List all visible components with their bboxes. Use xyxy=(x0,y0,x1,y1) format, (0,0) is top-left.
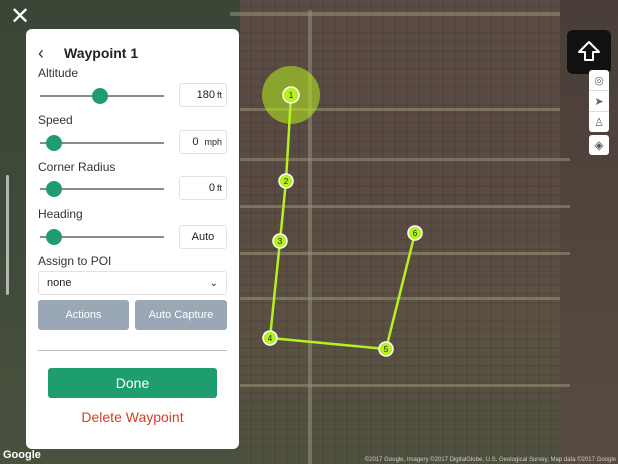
svg-text:5: 5 xyxy=(384,345,389,354)
corner-radius-slider-thumb[interactable] xyxy=(46,181,63,197)
svg-text:2: 2 xyxy=(284,177,289,186)
waypoint-marker[interactable]: 5 xyxy=(378,341,394,357)
google-logo: Google xyxy=(3,449,41,461)
home-arrow-icon xyxy=(578,41,600,61)
altitude-input[interactable]: 180 ft xyxy=(179,83,227,107)
heading-label: Heading xyxy=(38,207,83,221)
poi-selected-value: none xyxy=(47,277,72,289)
svg-text:6: 6 xyxy=(413,229,418,238)
speed-unit: mph xyxy=(204,137,222,147)
altitude-unit: ft xyxy=(216,90,222,100)
speed-label: Speed xyxy=(38,113,73,127)
chevron-down-icon: ⌄ xyxy=(209,277,218,289)
scrollbar[interactable] xyxy=(6,175,9,295)
speed-input[interactable]: 0 mph xyxy=(179,130,227,154)
speed-slider-thumb[interactable] xyxy=(46,135,63,151)
pegman-icon[interactable]: ♙ xyxy=(589,112,609,132)
svg-text:4: 4 xyxy=(268,334,273,343)
speed-value: 0 xyxy=(192,136,199,148)
corner-radius-value: 0 xyxy=(208,182,215,194)
waypoint-panel: ‹ Waypoint 1 Altitude 180 ft Speed 0 mph C… xyxy=(26,29,239,449)
altitude-slider-thumb[interactable] xyxy=(92,88,109,104)
panel-header: ‹ Waypoint 1 xyxy=(38,43,138,63)
svg-text:3: 3 xyxy=(278,237,283,246)
actions-button[interactable]: Actions xyxy=(38,300,129,330)
waypoint-marker[interactable]: 3 xyxy=(272,233,288,249)
layers-icon[interactable]: ◈ xyxy=(589,135,609,155)
heading-value: Auto xyxy=(191,231,215,243)
corner-radius-unit: ft xyxy=(216,183,222,193)
heading-slider[interactable] xyxy=(40,229,164,245)
panel-title: Waypoint 1 xyxy=(64,45,139,61)
corner-radius-input[interactable]: 0 ft xyxy=(179,176,227,200)
auto-capture-button[interactable]: Auto Capture xyxy=(135,300,227,330)
poi-label: Assign to POI xyxy=(38,254,112,268)
compass-icon[interactable]: ➤ xyxy=(589,91,609,112)
route-path xyxy=(268,94,417,351)
waypoint-marker[interactable]: 6 xyxy=(407,225,423,241)
speed-slider[interactable] xyxy=(40,135,164,151)
corner-radius-slider[interactable] xyxy=(40,181,164,197)
waypoint-marker[interactable]: 4 xyxy=(262,330,278,346)
altitude-slider[interactable] xyxy=(40,88,164,104)
done-button[interactable]: Done xyxy=(48,368,217,398)
poi-select[interactable]: none ⌄ xyxy=(38,271,227,295)
corner-radius-label: Corner Radius xyxy=(38,160,116,174)
delete-waypoint-link[interactable]: Delete Waypoint xyxy=(26,409,239,425)
altitude-value: 180 xyxy=(196,89,215,101)
divider xyxy=(38,350,227,351)
home-button[interactable] xyxy=(567,30,611,74)
heading-input[interactable]: Auto xyxy=(179,225,227,249)
waypoint-marker[interactable]: 2 xyxy=(278,173,294,189)
close-icon[interactable]: ✕ xyxy=(9,5,31,29)
altitude-label: Altitude xyxy=(38,66,79,80)
globe-icon[interactable]: ◎ xyxy=(589,70,609,91)
map-attribution: ©2017 Google, Imagery ©2017 DigitalGlobe… xyxy=(364,457,616,463)
map-tools: ◎ ➤ ♙ xyxy=(589,70,609,132)
svg-text:1: 1 xyxy=(289,91,294,100)
chevron-left-icon[interactable]: ‹ xyxy=(38,43,56,64)
heading-slider-thumb[interactable] xyxy=(46,229,63,245)
waypoint-marker[interactable]: 1 xyxy=(282,86,300,104)
